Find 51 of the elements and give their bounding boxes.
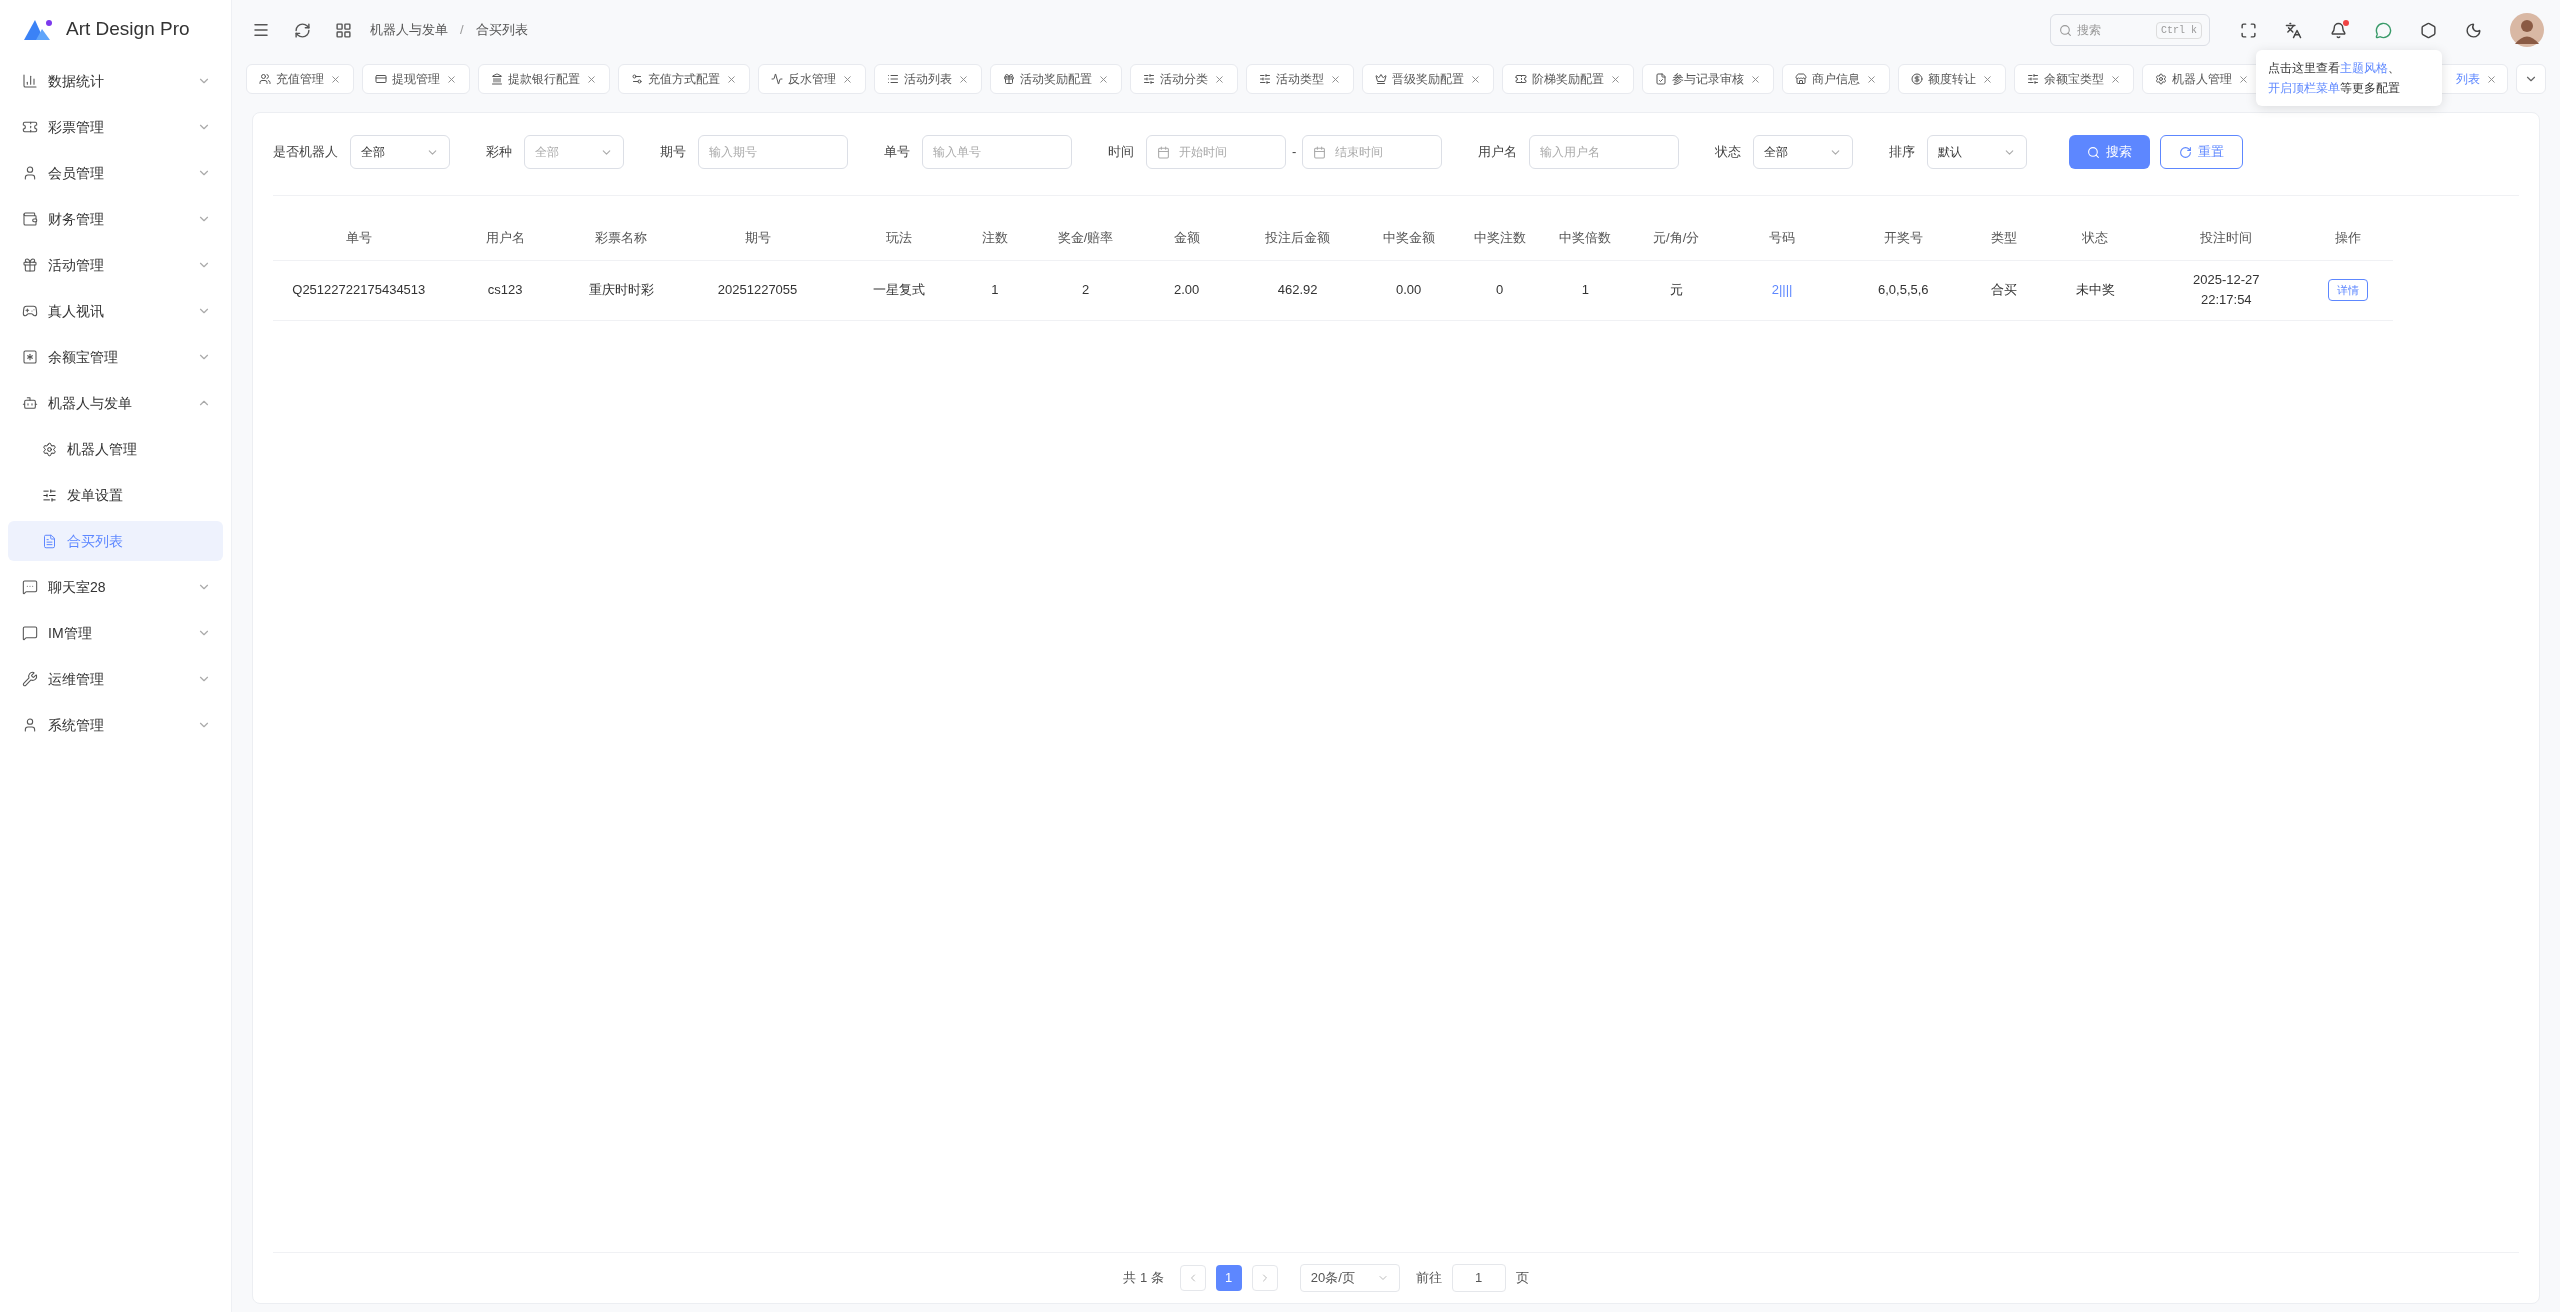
table-cell: 20251227055 — [717, 282, 798, 298]
column-header: 开奖号 — [1883, 230, 1923, 245]
column-header: 中奖注数 — [1473, 230, 1526, 245]
column-header: 投注时间 — [2200, 230, 2253, 245]
breadcrumb-separator: / — [460, 21, 464, 40]
table-cell: cs123 — [487, 282, 523, 298]
column-header: 玩法 — [885, 230, 912, 245]
column-header: 中奖金额 — [1382, 230, 1435, 245]
column-header: 元/角/分 — [1653, 230, 1700, 245]
table-cell: 6,0,5,5,6 — [1877, 282, 1929, 298]
filter-label: 单号 — [884, 143, 910, 162]
table-cell: 462.92 — [1277, 282, 1318, 298]
filter-label: 期号 — [660, 143, 686, 162]
column-header: 类型 — [1991, 230, 2018, 245]
table-cell: 元 — [1669, 282, 1683, 298]
table-cell: 重庆时时彩 — [588, 282, 654, 298]
table-cell: 未中奖 — [2075, 282, 2115, 298]
table-cell: 1 — [1581, 282, 1589, 298]
filter-label: 状态 — [1715, 143, 1742, 162]
goto-label: 前往 — [1415, 1269, 1442, 1288]
table-cell: 2 — [1082, 282, 1090, 298]
column-header: 期号 — [744, 230, 771, 245]
column-header: 中奖倍数 — [1559, 230, 1612, 245]
table-cell: 0.00 — [1396, 282, 1422, 298]
column-header: 金额 — [1173, 230, 1200, 245]
total-count: 共 1 条 — [1123, 1269, 1164, 1288]
range-separator: - — [1292, 143, 1297, 162]
column-header: 彩票名称 — [595, 230, 648, 245]
table-cell: 1 — [991, 282, 999, 298]
filter-label: 用户名 — [1478, 143, 1518, 162]
column-header: 投注后金额 — [1265, 230, 1331, 245]
table-cell: 0 — [1495, 282, 1504, 298]
filter-label: 是否机器人 — [273, 143, 338, 162]
filter-label: 彩种 — [486, 143, 512, 162]
column-header: 注数 — [981, 230, 1008, 245]
column-header: 奖金/赔率 — [1057, 230, 1114, 245]
column-header: 单号 — [345, 230, 372, 245]
table-cell: 一星复式 — [872, 282, 925, 298]
table-cell: Q25122722175434513 — [292, 282, 426, 298]
table-cell: 2.00 — [1173, 282, 1200, 298]
table-cell-text: 2025-12-27 22:17:54 — [2193, 271, 2260, 309]
column-header: 用户名 — [485, 230, 525, 245]
page-suffix: 页 — [1515, 1269, 1529, 1288]
filter-label: 排序 — [1889, 143, 1916, 162]
app-title: Art Design Pro — [66, 16, 190, 41]
column-header: 操作 — [2334, 230, 2361, 245]
column-header: 号码 — [1769, 230, 1796, 245]
shortcut-hint: Ctrl k — [2156, 21, 2202, 39]
column-header: 状态 — [2082, 230, 2109, 245]
filter-label: 时间 — [1108, 143, 1134, 162]
table-cell: 合买 — [1991, 282, 2018, 298]
